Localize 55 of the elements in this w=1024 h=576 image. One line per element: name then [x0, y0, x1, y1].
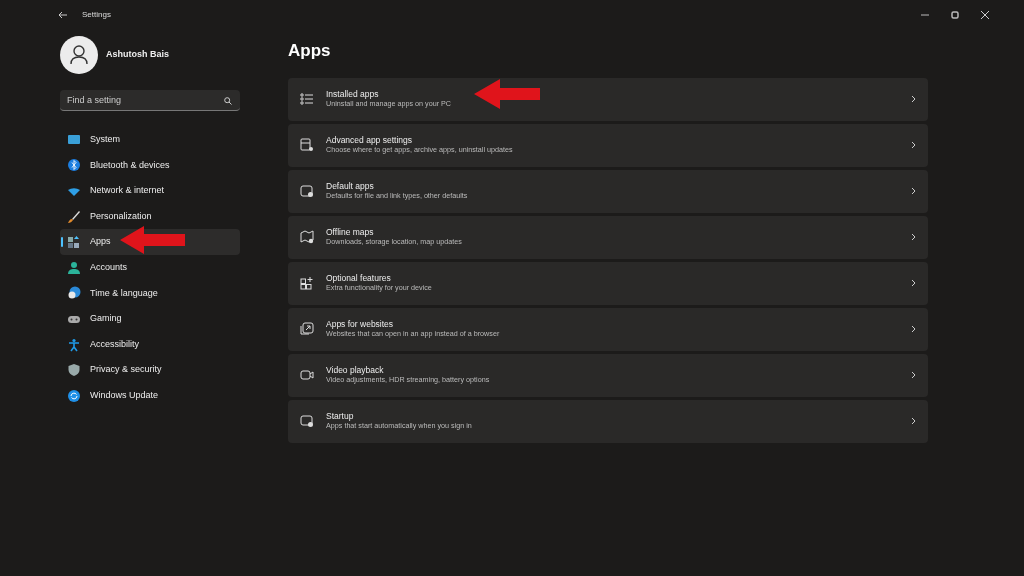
chevron-right-icon — [911, 141, 916, 149]
user-name: Ashutosh Bais — [106, 48, 169, 62]
annotation-arrow-icon — [474, 79, 540, 109]
shield-icon — [67, 363, 81, 378]
window-play-icon — [300, 414, 314, 428]
chevron-right-icon — [911, 371, 916, 379]
row-title: Installed apps — [326, 89, 380, 100]
sidebar-item[interactable]: Accessibility — [60, 331, 240, 358]
list-icon — [300, 92, 314, 106]
globe-clock-icon — [67, 286, 81, 301]
sidebar-item[interactable]: Windows Update — [60, 382, 240, 409]
row-title: Advanced app settings — [326, 135, 413, 146]
bluetooth-icon — [67, 158, 81, 173]
chevron-right-icon — [911, 95, 916, 103]
row-title: Optional features — [326, 273, 392, 284]
search-field[interactable]: Find a setting — [60, 90, 240, 111]
update-icon — [67, 388, 81, 403]
apps-icon — [67, 235, 81, 250]
chevron-right-icon — [911, 325, 916, 333]
window-check-icon — [300, 184, 314, 198]
person-icon — [67, 260, 81, 275]
sidebar-item[interactable]: Personalization — [60, 203, 240, 230]
window-gear-icon — [300, 138, 314, 152]
close-icon — [981, 11, 989, 19]
row-title: Video playback — [326, 365, 385, 376]
minimize-icon — [921, 14, 929, 16]
sidebar-item[interactable]: Gaming — [60, 306, 240, 332]
row-title: Startup — [326, 411, 355, 422]
search-icon — [224, 96, 232, 105]
sidebar-item[interactable]: Accounts — [60, 254, 240, 281]
chevron-right-icon — [911, 187, 916, 195]
avatar-icon — [60, 36, 98, 74]
sidebar-item[interactable]: Time & language — [60, 280, 240, 307]
annotation-arrow-icon — [120, 226, 186, 254]
monitor-icon — [67, 132, 81, 147]
back-arrow-icon — [58, 11, 68, 19]
video-camera-icon — [300, 368, 314, 382]
map-icon — [300, 230, 314, 244]
row-title: Offline maps — [326, 227, 375, 238]
window-link-icon — [300, 322, 314, 336]
window-title: Settings — [82, 9, 111, 21]
sidebar-item[interactable]: Network & internet — [60, 178, 240, 204]
sidebar-item[interactable]: Privacy & security — [60, 357, 240, 383]
accessibility-icon — [67, 337, 81, 352]
page-title: Apps — [288, 40, 332, 62]
grid-plus-icon — [300, 276, 314, 290]
chevron-right-icon — [911, 279, 916, 287]
chevron-right-icon — [911, 233, 916, 241]
chevron-right-icon — [911, 417, 916, 425]
sidebar-item[interactable]: System — [60, 127, 240, 153]
row-title: Apps for websites — [326, 319, 395, 330]
restore-icon — [951, 11, 959, 19]
row-title: Default apps — [326, 181, 375, 192]
sidebar-item[interactable]: Bluetooth & devices — [60, 152, 240, 179]
brush-icon — [67, 209, 81, 224]
